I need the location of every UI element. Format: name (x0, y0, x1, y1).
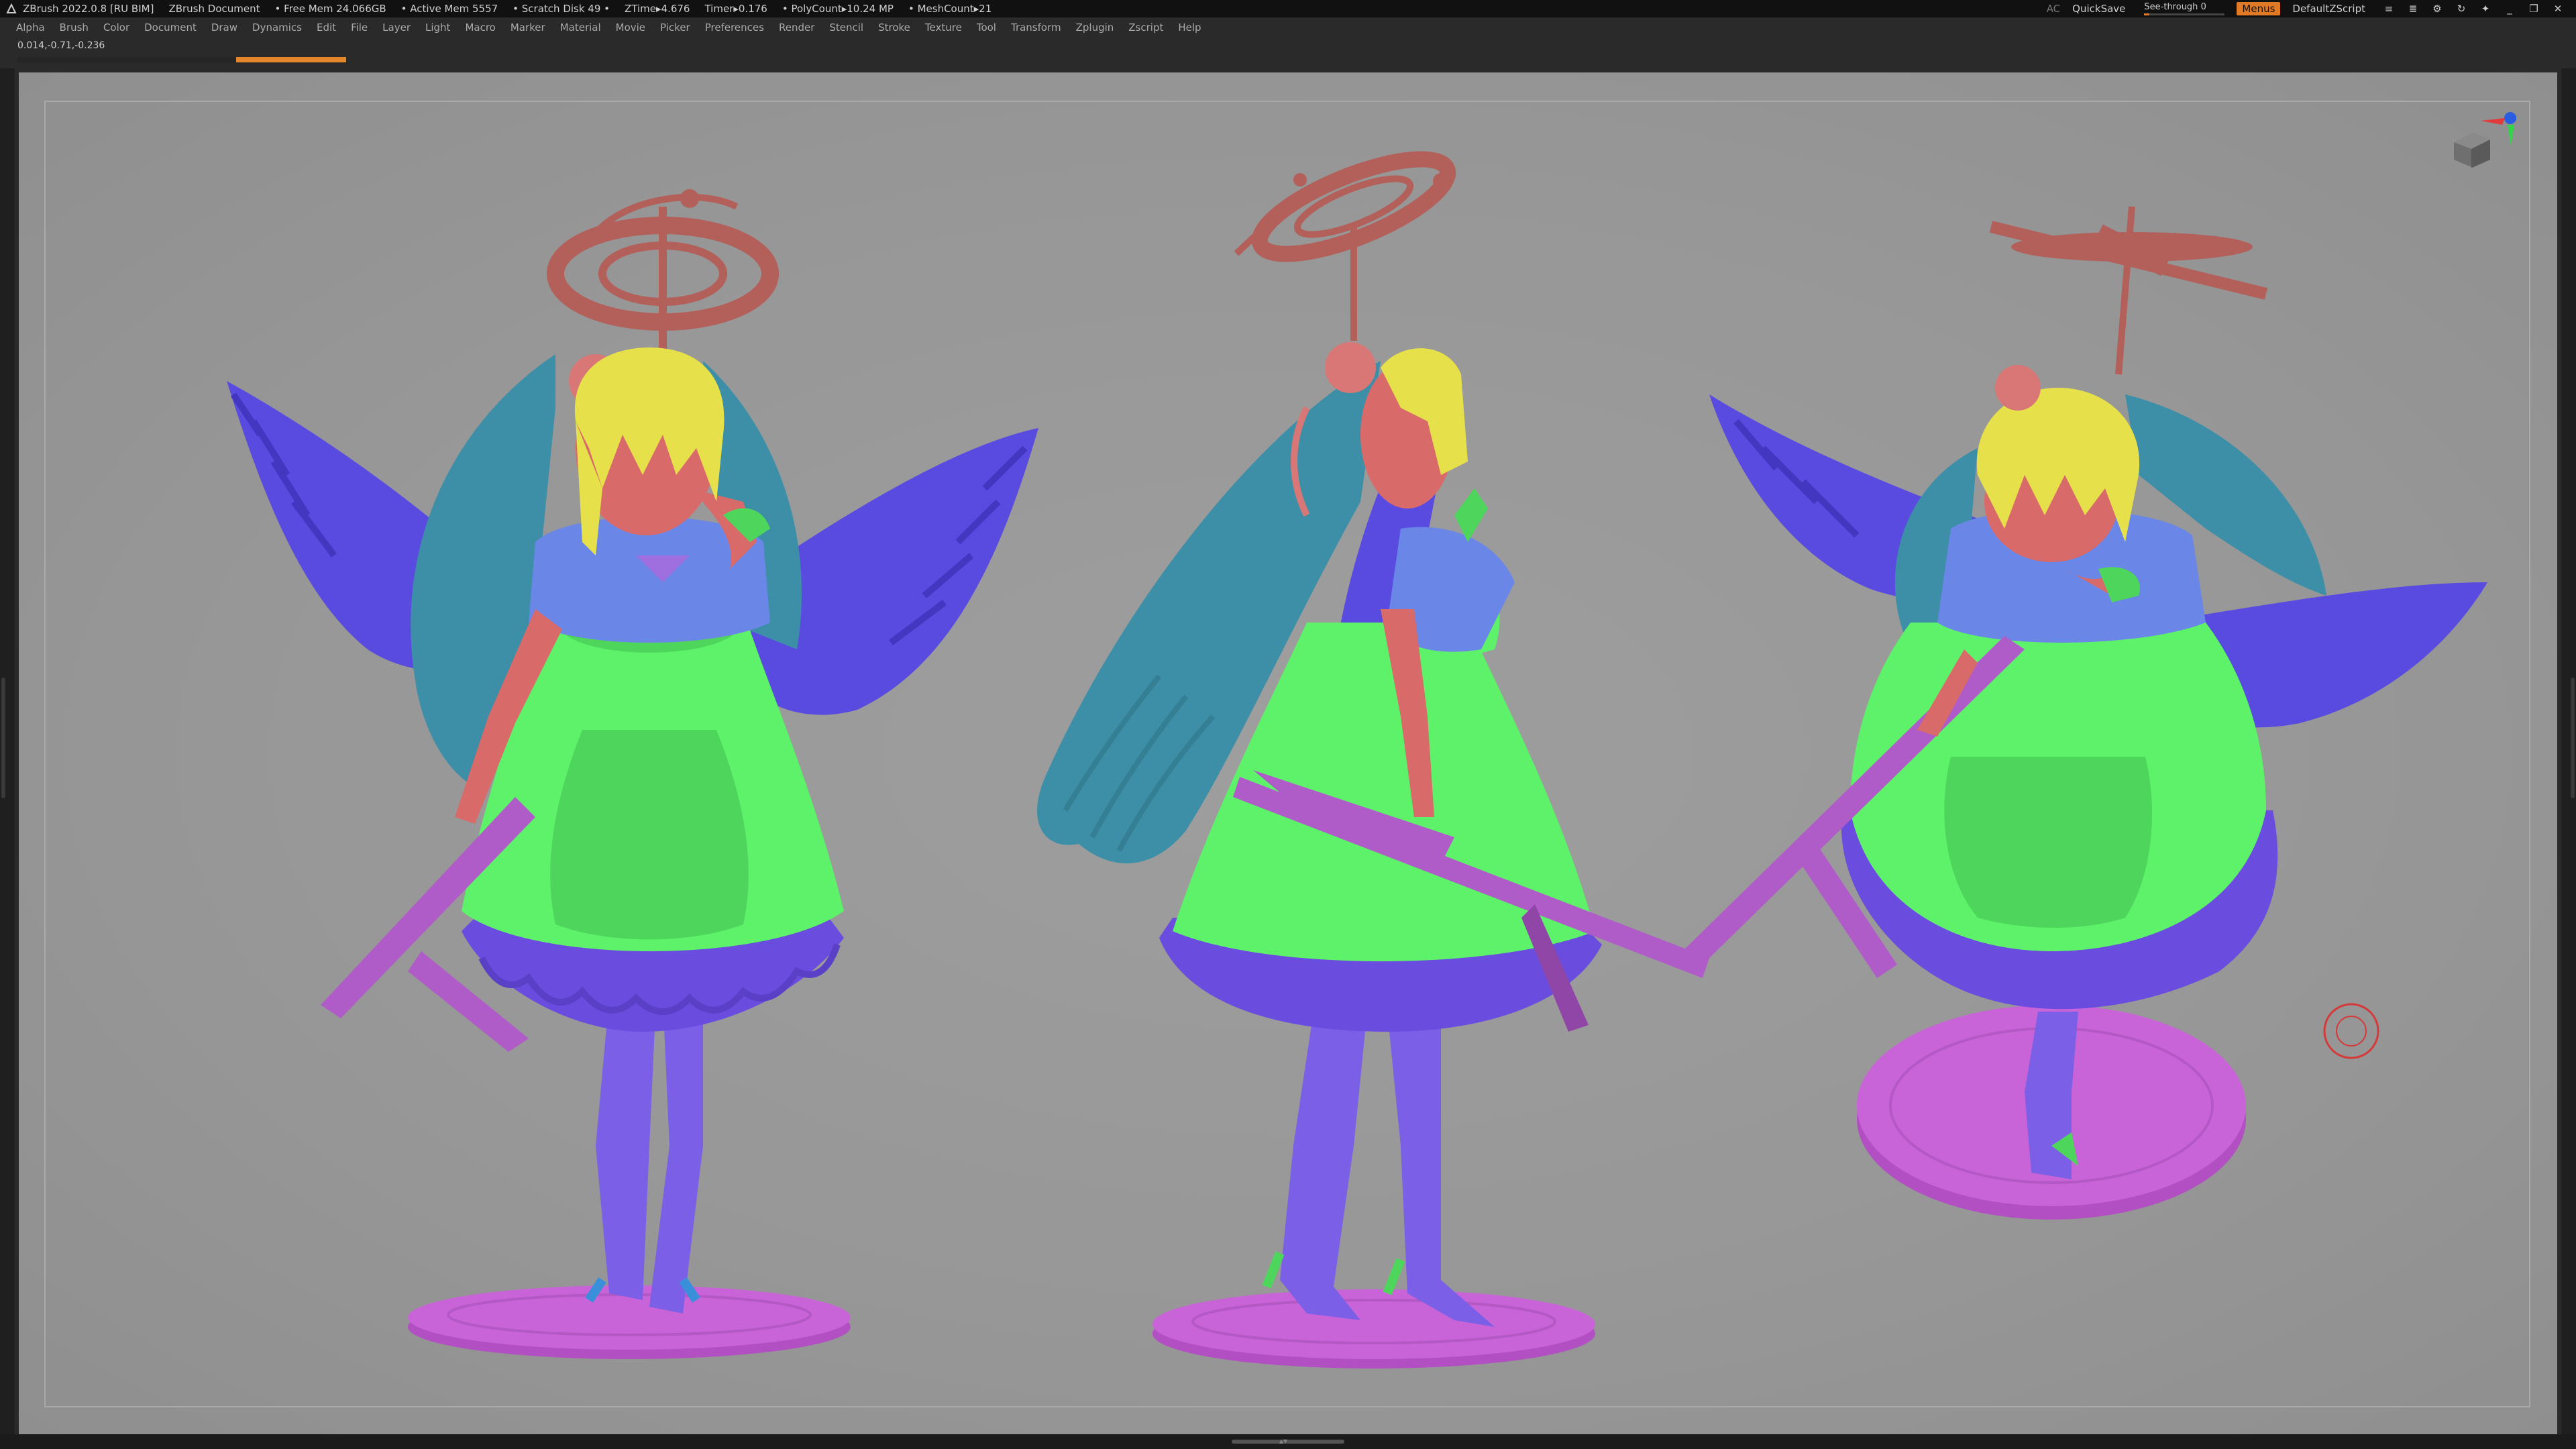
scratch-disk-readout: • Scratch Disk 49 • (513, 3, 610, 15)
progress-bar (17, 57, 346, 62)
palette-toggle-icon[interactable]: ≣ (2407, 3, 2419, 15)
polycount-readout: • PolyCount▸10.24 MP (782, 3, 894, 15)
menu-layer[interactable]: Layer (382, 21, 411, 34)
menu-light[interactable]: Light (425, 21, 450, 34)
free-mem-readout: • Free Mem 24.066GB (274, 3, 386, 15)
menu-stroke[interactable]: Stroke (878, 21, 910, 34)
titlebar-controls: AC QuickSave See-through 0 Menus Default… (2047, 0, 2576, 17)
bottom-tray: ▴▾ (0, 1434, 2576, 1449)
active-mem-readout: • Active Mem 5557 (400, 3, 498, 15)
app-title: ZBrush 2022.0.8 [RU BIM] (23, 3, 154, 15)
menu-help[interactable]: Help (1178, 21, 1201, 34)
model-view-top (1682, 206, 2487, 1220)
menu-zscript[interactable]: Zscript (1128, 21, 1163, 34)
menu-file[interactable]: File (351, 21, 368, 34)
menu-preferences[interactable]: Preferences (705, 21, 764, 34)
restore-icon[interactable]: ❐ (2528, 3, 2540, 15)
meshcount-readout: • MeshCount▸21 (908, 3, 992, 15)
menu-render[interactable]: Render (779, 21, 814, 34)
menus-toggle[interactable]: Menus (2237, 2, 2281, 15)
menu-bar: Alpha Brush Color Document Draw Dynamics… (0, 17, 2576, 38)
menu-zplugin[interactable]: Zplugin (1076, 21, 1114, 34)
menu-document[interactable]: Document (144, 21, 197, 34)
layout-toggle-icon[interactable]: ≡ (2383, 3, 2395, 15)
left-tray-handle[interactable] (1, 678, 5, 798)
navigation-cube-icon[interactable] (2440, 94, 2521, 174)
menu-texture[interactable]: Texture (925, 21, 962, 34)
default-zscript-button[interactable]: DefaultZScript (2292, 3, 2365, 15)
refresh-icon[interactable]: ↻ (2455, 3, 2467, 15)
menu-dynamics[interactable]: Dynamics (252, 21, 302, 34)
menu-color[interactable]: Color (103, 21, 129, 34)
see-through-value: 0 (2200, 1, 2206, 12)
sculpt-model-views (227, 151, 2487, 1368)
bottom-tray-handle[interactable] (1232, 1440, 1344, 1444)
document-canvas[interactable] (19, 72, 2557, 1434)
zbrush-logo-icon (6, 3, 17, 13)
right-tray-handle[interactable] (2571, 678, 2575, 798)
menu-marker[interactable]: Marker (511, 21, 545, 34)
close-icon[interactable]: ✕ (2552, 3, 2564, 15)
menu-material[interactable]: Material (560, 21, 601, 34)
menu-macro[interactable]: Macro (465, 21, 495, 34)
menu-movie[interactable]: Movie (616, 21, 645, 34)
menu-edit[interactable]: Edit (317, 21, 336, 34)
title-bar: ZBrush 2022.0.8 [RU BIM] ZBrush Document… (0, 0, 2576, 17)
quicksave-button[interactable]: QuickSave (2072, 3, 2125, 15)
model-view-side (1037, 151, 1709, 1368)
menu-brush[interactable]: Brush (60, 21, 89, 34)
menu-stencil[interactable]: Stencil (829, 21, 863, 34)
expand-arrow-icon[interactable]: ▴▾ (1279, 1437, 1287, 1445)
see-through-slider[interactable]: See-through 0 (2144, 1, 2225, 15)
menu-picker[interactable]: Picker (660, 21, 690, 34)
ac-button[interactable]: AC (2047, 3, 2060, 15)
coordinates-readout: 0.014,-0.71,-0.236 (17, 40, 105, 51)
menu-transform[interactable]: Transform (1011, 21, 1061, 34)
settings-icon[interactable]: ⚙ (2431, 3, 2443, 15)
progress-bar-fill (236, 57, 346, 62)
timer-readout: Timer▸0.176 (704, 3, 767, 15)
ztime-readout: ZTime▸4.676 (625, 3, 690, 15)
menu-draw[interactable]: Draw (211, 21, 237, 34)
document-name: ZBrush Document (168, 3, 260, 15)
minimize-icon[interactable]: _ (2504, 3, 2516, 15)
menu-alpha[interactable]: Alpha (16, 21, 45, 34)
see-through-label: See-through (2144, 1, 2198, 12)
brush-cursor-icon (2323, 1003, 2379, 1059)
info-strip: 0.014,-0.71,-0.236 (0, 38, 2576, 68)
help-icon[interactable]: ✦ (2479, 3, 2491, 15)
menu-tool[interactable]: Tool (977, 21, 996, 34)
model-view-front (227, 189, 1038, 1359)
